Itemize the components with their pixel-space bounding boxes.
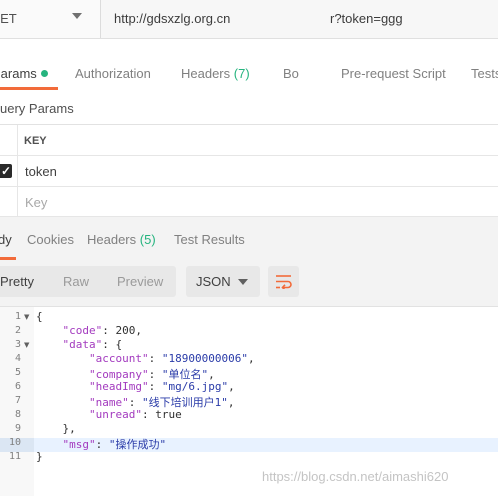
tab-cookies[interactable]: Cookies — [27, 232, 74, 247]
url-text-tail: r?token=ggg — [330, 11, 403, 26]
table-row: ✓ token — [0, 156, 498, 187]
tab-body[interactable]: Bo — [283, 66, 299, 81]
active-tab-underline — [0, 87, 58, 90]
code-line: "headImg": "mg/6.jpg", — [88, 380, 235, 393]
wrap-lines-button[interactable] — [268, 266, 299, 297]
checkbox-cell: ✓ — [0, 156, 18, 186]
line-number: 1 — [14, 311, 21, 322]
checkbox-column-header — [0, 125, 18, 155]
method-label: GET — [0, 11, 17, 26]
line-number: 7 — [14, 395, 21, 406]
response-panel: dy Cookies Headers (5) Test Results Pret… — [0, 217, 498, 496]
table-row-empty: Key — [0, 187, 498, 217]
line-number: 3 — [14, 339, 21, 350]
new-key-input[interactable]: Key — [25, 195, 47, 210]
table-header-row: KEY — [0, 125, 498, 156]
query-params-table: KEY ✓ token Key — [0, 124, 498, 217]
line-number: 10 — [8, 437, 21, 448]
view-mode-group: Pretty Raw Preview — [0, 266, 176, 297]
param-checkbox[interactable]: ✓ — [0, 164, 12, 178]
watermark: https://blog.csdn.net/aimashi620 — [262, 469, 449, 484]
checkmark-icon: ✓ — [0, 164, 12, 178]
fold-caret-icon[interactable]: ▼ — [24, 341, 29, 349]
method-select[interactable]: GET — [0, 0, 101, 38]
code-line: } — [36, 450, 43, 463]
headers-count: (7) — [233, 66, 250, 81]
tab-tests[interactable]: Tests — [471, 66, 498, 81]
code-line: "msg": "操作成功" — [62, 438, 167, 451]
format-label: JSON — [196, 274, 231, 289]
wrap-lines-icon — [276, 275, 292, 289]
preview-button[interactable]: Preview — [117, 274, 163, 289]
request-url-bar: GET http://gdsxzlg.org.cn r?token=ggg — [0, 0, 498, 39]
chevron-down-icon — [238, 279, 248, 285]
params-indicator-dot — [40, 70, 48, 77]
chevron-down-icon — [72, 13, 82, 19]
tab-headers[interactable]: Headers (7) — [181, 66, 250, 81]
tab-response-body[interactable]: dy — [0, 232, 12, 247]
tab-headers-label: Headers — [181, 66, 231, 81]
tab-params-label: Params — [0, 66, 37, 81]
url-text: http://gdsxzlg.org.cn — [114, 11, 231, 26]
raw-button[interactable]: Raw — [63, 274, 89, 289]
line-number: 9 — [14, 423, 21, 434]
pretty-button[interactable]: Pretty — [0, 274, 34, 289]
tab-authorization[interactable]: Authorization — [75, 66, 151, 81]
url-input[interactable]: http://gdsxzlg.org.cn r?token=ggg — [101, 0, 498, 38]
code-line: "code": 200, — [62, 324, 143, 337]
line-number: 2 — [14, 325, 21, 336]
code-line: { — [36, 310, 43, 323]
response-code-editor[interactable]: 1 2 3 4 5 6 7 8 9 10 11 ▼ ▼ { "code": 20… — [0, 307, 498, 496]
tab-test-results[interactable]: Test Results — [174, 232, 245, 247]
code-line: "data": { — [62, 338, 123, 351]
request-tabs: Params Authorization Headers (7) Bo Pre-… — [0, 50, 498, 90]
line-number: 6 — [14, 381, 21, 392]
response-tabs: dy Cookies Headers (5) Test Results — [0, 217, 498, 260]
tab-response-headers[interactable]: Headers (5) — [87, 232, 156, 247]
code-line: "unread": true — [88, 408, 182, 421]
tab-response-headers-label: Headers — [87, 232, 137, 247]
code-line: "account": "18900000006", — [88, 352, 255, 365]
line-number: 5 — [14, 367, 21, 378]
fold-caret-icon[interactable]: ▼ — [24, 313, 29, 321]
code-line: }, — [36, 422, 76, 435]
checkbox-cell — [0, 187, 18, 216]
key-column-header: KEY — [24, 135, 47, 147]
line-number: 8 — [14, 409, 21, 420]
line-number: 11 — [8, 451, 21, 462]
format-select[interactable]: JSON — [186, 266, 260, 297]
query-params-title: uery Params — [0, 101, 74, 116]
tab-pre-request-script[interactable]: Pre-request Script — [341, 66, 446, 81]
param-key-input[interactable]: token — [25, 164, 57, 179]
line-number: 4 — [14, 353, 21, 364]
tab-params[interactable]: Params — [0, 66, 48, 81]
response-toolbar: Pretty Raw Preview JSON — [0, 260, 498, 307]
response-headers-count: (5) — [139, 232, 156, 247]
